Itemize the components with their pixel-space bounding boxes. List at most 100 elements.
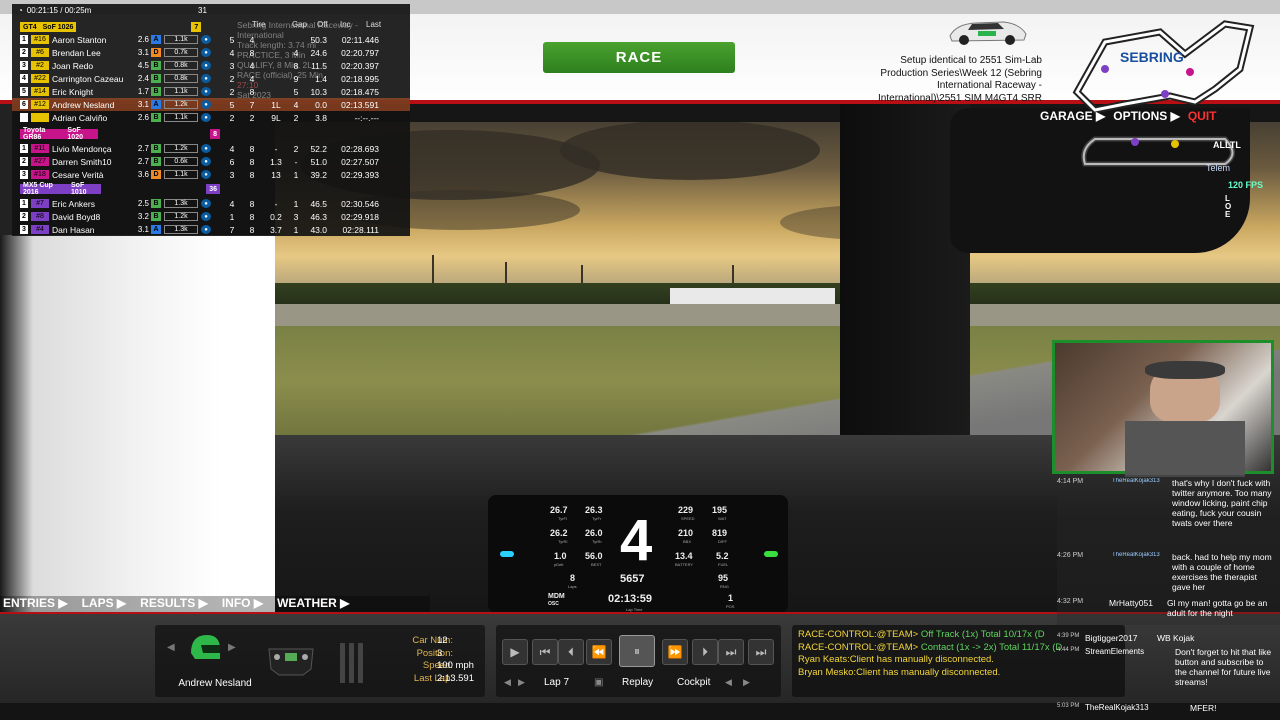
row-car-number: #27 — [31, 157, 49, 166]
next-frame-icon[interactable]: ⏵ — [692, 639, 718, 665]
standings-row[interactable]: Adrian Calviño 2.6 B 1.1k ● 2 2 9L 2 3.8 --:--.--- — [12, 111, 379, 124]
dash-value-tyrerl: 26.2 — [550, 528, 568, 538]
row-tire-icon: ● — [201, 225, 211, 234]
row-irating: 3.1 — [137, 48, 149, 57]
prev-frame-icon[interactable]: ⏴ — [558, 639, 584, 665]
message-from: RACE-CONTROL:@TEAM> — [798, 629, 919, 640]
skip-start-icon[interactable]: ⏮ — [532, 639, 558, 665]
standings-row[interactable]: 3 #4 Dan Hasan 3.1 A 1.3k ● 7 8 3.7 1 43.0 02:28.111 — [12, 223, 379, 236]
row-license: B — [151, 87, 161, 96]
standings-row[interactable]: 4 #22 Carrington Cazeau 2.4 B 0.8k ● 2 4 9 1.4 02:1… — [12, 72, 379, 85]
quit-button[interactable]: QUIT — [1188, 109, 1217, 125]
standings-row[interactable]: 2 #27 Darren Smith10 2.7 B 0.6k ● 6 8 1.3 - 51.0 02:… — [12, 155, 379, 168]
row-license: B — [151, 157, 161, 166]
chat-time: 4:39 PM — [1057, 633, 1080, 639]
prev-driver-icon[interactable]: ◀ — [167, 642, 175, 653]
class-sof: SoF 1026 — [39, 22, 77, 32]
class-name: MX5 Cup 2016 — [20, 182, 68, 196]
next-camera-icon[interactable]: ▶ — [743, 677, 750, 688]
garage-button[interactable]: GARAGE ▶ — [1040, 109, 1105, 125]
chat-user: TheRealKojak313 — [1112, 552, 1160, 558]
row-position: 5 — [20, 87, 28, 96]
row-safety-rating: 0.7k — [164, 48, 198, 57]
weather-tab[interactable]: WEATHER ▶ — [277, 596, 349, 612]
main-nav: GARAGE ▶ OPTIONS ▶ QUIT — [1040, 109, 1280, 125]
class-sof: SoF 1020 — [64, 127, 99, 141]
prev-camera-icon[interactable]: ◀ — [725, 677, 732, 688]
skip-end-icon[interactable]: ⏭ — [718, 639, 744, 665]
row-car-number: #6 — [31, 48, 49, 57]
driver-name: Andrew Nesland — [178, 678, 252, 689]
dash-value-battery: 13.4 — [675, 551, 693, 561]
row-last-lap: 02:30.546 — [341, 198, 379, 209]
standings-row[interactable]: 3 #18 Cesare Verità 3.6 D 1.1k ● 3 8 13 1 39.2 02:29… — [12, 168, 379, 181]
chat-user: StreamElements — [1085, 647, 1145, 656]
camera-icon[interactable]: ▣ — [594, 677, 603, 688]
row-pct: 50.3 — [310, 34, 327, 45]
row-irating: 2.6 — [137, 113, 149, 122]
replay-controls: ▶ ⏮ ⏴ ⏪ ⏸ ⏩ ⏵ ⏭ ⏭ ◀ ▶ Lap 7 ▣ Replay Coc… — [496, 625, 781, 697]
jump-live-icon[interactable]: ⏭ — [748, 639, 774, 665]
entries-tab[interactable]: ENTRIES ▶ — [3, 596, 68, 612]
results-tab[interactable]: RESULTS ▶ — [140, 596, 208, 612]
row-license: D — [151, 48, 161, 57]
class-header-gt4: GT4 SoF 1026 7 — [20, 22, 220, 32]
info-tab[interactable]: INFO ▶ — [222, 596, 263, 612]
row-last-lap: 02:11.446 — [341, 34, 379, 45]
row-lap: 4 — [229, 143, 235, 154]
class-count: 36 — [206, 184, 220, 194]
last-lap-value: 2:13.591 — [437, 672, 474, 684]
row-pct: 51.0 — [310, 156, 327, 167]
row-tire-icon: ● — [201, 35, 211, 44]
col-inc: Inc — [340, 20, 351, 29]
standings-row[interactable]: 1 #11 Livio Mendonça 2.7 B 1.2k ● 4 8 - 2 52.2 02:28… — [12, 142, 379, 155]
dash-value-laps: 8 — [570, 573, 576, 583]
standings-row[interactable]: 1 #16 Aaron Stanton 2.6 A 1.1k ● 5 4 50.3 02:11.44… — [12, 33, 379, 46]
row-last-lap: 02:20.397 — [341, 60, 379, 71]
pause-icon[interactable]: ⏸ — [619, 635, 655, 667]
car-num-value: 12 — [437, 635, 448, 646]
next-lap-icon[interactable]: ▶ — [518, 677, 525, 688]
next-driver-icon[interactable]: ▶ — [228, 642, 236, 653]
prev-lap-icon[interactable]: ◀ — [504, 677, 511, 688]
row-car-number: #12 — [31, 100, 49, 109]
col-off: Off — [317, 20, 328, 29]
row-license: B — [151, 212, 161, 221]
row-irating: 3.2 — [137, 212, 149, 221]
row-irating: 4.5 — [137, 61, 149, 70]
cockpit-camera-label[interactable]: Cockpit — [677, 677, 710, 688]
row-pct: 46.5 — [310, 198, 327, 209]
position-value: 3 — [437, 647, 443, 659]
row-lap: 2 — [229, 112, 235, 123]
standings-row[interactable]: 1 #7 Eric Ankers 2.5 B 1.3k ● 4 8-1 46.5 02:30.546 — [12, 197, 379, 210]
row-last-lap: 02:20.797 — [341, 47, 379, 58]
row-license: B — [151, 199, 161, 208]
fast-forward-icon[interactable]: ⏩ — [662, 639, 688, 665]
row-safety-rating: 0.8k — [164, 74, 198, 83]
standings-row[interactable]: 2 #6 Brendan Lee 3.1 D 0.7k ● 4 8 4 24.6 02:20.797 — [12, 46, 379, 59]
row-position: 2 — [20, 157, 28, 166]
standings-row[interactable]: 3 #2 Joan Redo 4.5 B 0.8k ● 3 4 8 11.5 02:20.397 — [12, 59, 379, 72]
dash-light-right — [764, 551, 778, 557]
row-gap: 4 — [249, 60, 255, 71]
rewind-icon[interactable]: ⏪ — [586, 639, 612, 665]
row-irating: 3.1 — [137, 225, 149, 234]
race-button[interactable]: RACE — [543, 42, 735, 73]
row-driver-name: Andrew Nesland — [52, 99, 115, 110]
laps-tab[interactable]: LAPS ▶ — [82, 596, 127, 612]
class-sof: SoF 1010 — [68, 182, 102, 196]
dash-value-water: 195 — [712, 505, 728, 515]
webcam-feed — [1052, 340, 1274, 477]
dash-light-left — [500, 551, 514, 557]
row-irating: 3.1 — [137, 100, 149, 109]
row-license: A — [151, 100, 161, 109]
dash-label-best: BEST — [591, 562, 602, 567]
row-lap: 1 — [229, 211, 235, 222]
standings-row[interactable]: 5 #14 Eric Knight 1.7 B 1.1k ● 2 8 5 10.3 02:18.475 — [12, 85, 379, 98]
standings-row[interactable]: 2 #8 David Boyd8 3.2 B 1.2k ● 1 8 0.2 3 46.3 02:29.9… — [12, 210, 379, 223]
standings-row[interactable]: 6 #12 Andrew Nesland 3.1 A 1.2k ● 5 7 1L 4 0.0 02:13… — [12, 98, 410, 111]
options-button[interactable]: OPTIONS ▶ — [1113, 109, 1180, 125]
row-lap: 2 — [229, 86, 235, 97]
row-off: 3.7 — [270, 224, 282, 235]
play-icon[interactable]: ▶ — [502, 639, 528, 665]
